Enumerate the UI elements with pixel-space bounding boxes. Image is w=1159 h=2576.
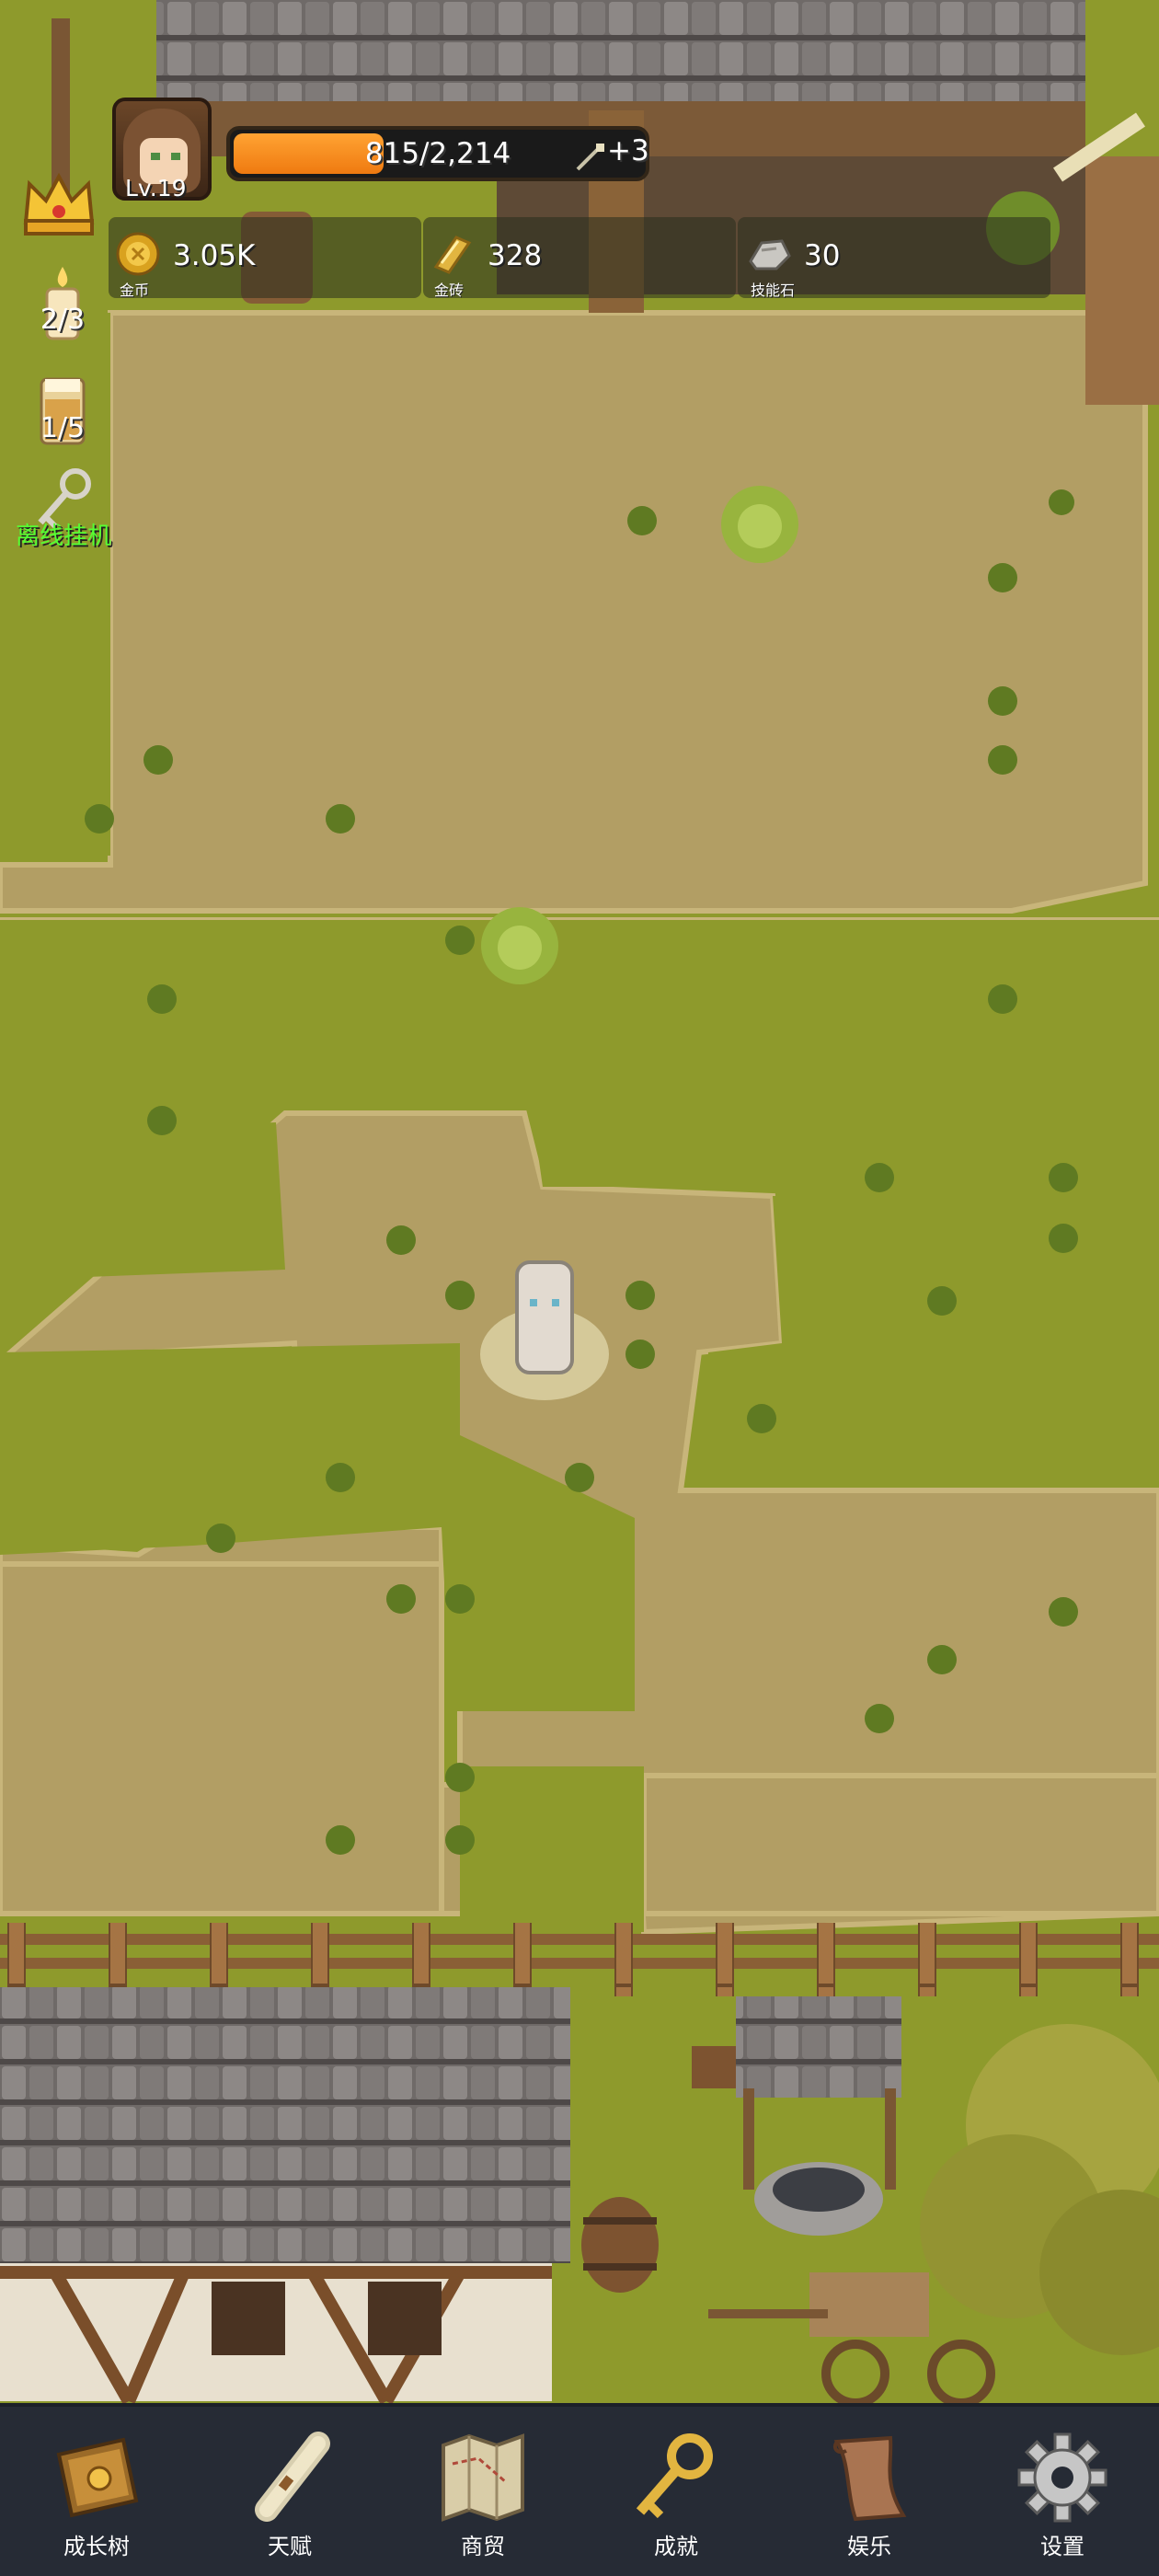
nav-achievement[interactable]: 成就 <box>580 2407 773 2576</box>
auto-idle-button[interactable]: 离线挂机 <box>4 466 123 551</box>
bottom-nav: 成长树 天赋 商贸 成就 娱乐 设置 <box>0 2403 1159 2576</box>
player-level: Lv.19 <box>125 175 187 201</box>
coin-counter[interactable]: 3.05K 金币 <box>114 221 390 299</box>
nav-entertainment[interactable]: 娱乐 <box>773 2407 966 2576</box>
nav-growth-tree[interactable]: 成长树 <box>0 2407 193 2576</box>
parchment-icon <box>832 2435 907 2522</box>
key-icon <box>636 2433 713 2519</box>
map-icon <box>442 2433 524 2522</box>
scroll-icon <box>255 2432 330 2522</box>
nav-settings[interactable]: 设置 <box>966 2407 1159 2576</box>
auto-idle-label: 离线挂机 <box>15 523 111 550</box>
avatar-eye-right <box>171 153 180 160</box>
nav-trade[interactable]: 商贸 <box>386 2407 580 2576</box>
nav-talent[interactable]: 天赋 <box>193 2407 386 2576</box>
candle-button[interactable]: 2/3 <box>17 263 109 340</box>
book-icon <box>56 2437 139 2518</box>
nav-label: 设置 <box>1040 2534 1084 2559</box>
gold-brick-label: 金砖 <box>434 282 465 299</box>
skill-stone-label: 技能石 <box>751 282 796 299</box>
avatar-eye-left <box>151 153 160 160</box>
gold-brick-icon <box>433 236 472 274</box>
nav-label: 娱乐 <box>847 2534 891 2559</box>
gold-coin-icon <box>116 232 160 276</box>
nav-label: 商贸 <box>461 2534 505 2559</box>
drink-button[interactable]: 1/5 <box>17 372 109 445</box>
crown-icon[interactable] <box>20 167 98 241</box>
nav-label: 成长树 <box>63 2534 130 2559</box>
coin-value: 3.05K <box>173 239 256 272</box>
gold-brick-counter[interactable]: 328 金砖 <box>429 221 705 299</box>
xp-bonus: +3 <box>607 134 649 167</box>
skill-stone-value: 30 <box>804 239 841 272</box>
game-world <box>0 0 1159 2576</box>
coin-label: 金币 <box>120 282 150 299</box>
nav-label: 天赋 <box>268 2534 312 2559</box>
gold-brick-value: 328 <box>488 239 543 272</box>
gear-icon <box>1017 2432 1107 2523</box>
hud: Lv.19 815/2,214 +3 3.05K 金币 328 金砖 30 技能… <box>0 0 1159 331</box>
nav-label: 成就 <box>654 2534 698 2559</box>
skill-stone-counter[interactable]: 30 技能石 <box>745 221 1021 299</box>
wand-icon <box>576 144 604 171</box>
skill-stone-icon <box>749 239 791 270</box>
